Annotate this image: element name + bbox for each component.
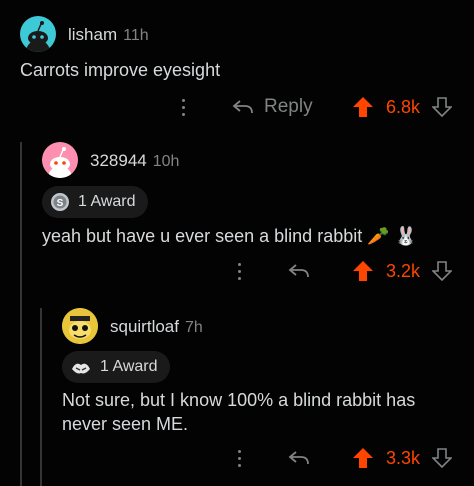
timestamp: 11h xyxy=(123,27,149,44)
snoo-avatar-pink xyxy=(48,147,72,178)
username[interactable]: lisham xyxy=(68,25,117,44)
reply-arrow-icon xyxy=(288,451,309,465)
more-options-icon[interactable] xyxy=(234,260,244,282)
upvote-icon[interactable] xyxy=(352,260,374,282)
reply-arrow-icon xyxy=(288,264,309,278)
comment-body-line: Not sure, but I know 100% a blind rabbit… xyxy=(62,390,416,410)
award-badge[interactable]: S 1 Award xyxy=(42,186,148,218)
comment-body-line: never seen ME. xyxy=(62,414,189,434)
thread-line-level2 xyxy=(40,308,42,486)
score: 6.8k xyxy=(386,97,421,117)
comment-body: yeah but have u ever seen a blind rabbit xyxy=(42,226,363,246)
award-label: 1 Award xyxy=(78,193,136,210)
svg-text:S: S xyxy=(57,198,64,209)
username[interactable]: 328944 xyxy=(90,151,147,170)
avatar[interactable] xyxy=(20,16,56,52)
username[interactable]: squirtloaf xyxy=(110,317,179,336)
score: 3.2k xyxy=(386,261,421,281)
score: 3.3k xyxy=(386,448,421,468)
reply-arrow-icon xyxy=(232,100,253,114)
comment-body-wrap: yeah but have u ever seen a blind rabbit… xyxy=(42,224,417,248)
upvote-icon[interactable] xyxy=(352,96,374,118)
comment-header: lisham 11h xyxy=(68,25,149,45)
reply-button[interactable] xyxy=(288,445,310,471)
more-options-icon[interactable] xyxy=(234,447,244,469)
award-label: 1 Award xyxy=(100,358,158,375)
more-options-icon[interactable] xyxy=(178,96,188,118)
timestamp: 10h xyxy=(152,153,180,170)
comment-body: Not sure, but I know 100% a blind rabbit… xyxy=(62,388,462,436)
silver-award-icon: S xyxy=(51,193,69,211)
custom-avatar-yellow xyxy=(62,308,98,344)
avatar[interactable] xyxy=(62,308,98,344)
emoji: 🥕 🐰 xyxy=(367,226,418,246)
comment-header: squirtloaf 7h xyxy=(110,317,203,337)
downvote-icon[interactable] xyxy=(431,260,453,282)
reply-button[interactable] xyxy=(288,258,310,284)
award-badge[interactable]: 1 Award xyxy=(62,351,170,383)
timestamp: 7h xyxy=(184,319,203,336)
wholesome-award-icon xyxy=(72,363,90,374)
downvote-icon[interactable] xyxy=(431,96,453,118)
thread-line-level1 xyxy=(20,142,22,486)
comment-header: 328944 10h xyxy=(90,151,179,171)
upvote-icon[interactable] xyxy=(352,447,374,469)
snoo-avatar-teal xyxy=(26,21,50,52)
downvote-icon[interactable] xyxy=(431,447,453,469)
avatar[interactable] xyxy=(42,142,78,178)
reply-button[interactable]: Reply xyxy=(232,94,313,120)
reply-label: Reply xyxy=(264,96,313,117)
comment-body: Carrots improve eyesight xyxy=(20,60,221,80)
